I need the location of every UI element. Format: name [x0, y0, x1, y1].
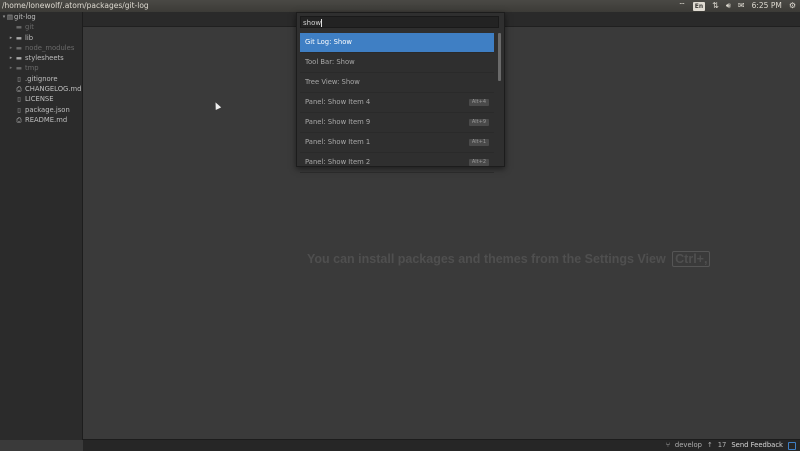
- tree-item[interactable]: ▸ ▬ stylesheets: [0, 53, 82, 63]
- volume-icon[interactable]: 🔊︎: [726, 0, 731, 12]
- welcome-message: You can install packages and themes from…: [307, 251, 711, 267]
- folder-icon: ▬: [15, 23, 23, 32]
- command-item-label: Panel: Show Item 9: [305, 118, 371, 126]
- update-icon[interactable]: [788, 441, 796, 450]
- welcome-shortcut: Ctrl+,: [672, 251, 711, 267]
- git-branch[interactable]: develop: [675, 440, 702, 451]
- mail-icon[interactable]: ✉: [738, 0, 745, 12]
- command-item[interactable]: Panel: Show Item 2 Alt+2: [300, 153, 494, 173]
- file-icon: ▯: [17, 74, 21, 83]
- folder-icon: ▬: [15, 54, 23, 63]
- command-item-label: Tool Bar: Show: [305, 58, 355, 66]
- command-item-label: Panel: Show Item 1: [305, 138, 371, 146]
- command-item-label: Tree View: Show: [305, 78, 360, 86]
- command-keybinding: Alt+4: [468, 99, 489, 106]
- tree-item-label: CHANGELOG.md: [25, 85, 82, 94]
- repo-icon: ▤: [6, 13, 14, 21]
- command-keybinding: Alt+2: [468, 159, 489, 166]
- commit-count: 17: [717, 441, 727, 449]
- welcome-text: You can install packages and themes from…: [307, 252, 666, 266]
- window-title: /home/lonewolf/.atom/packages/git-log: [2, 1, 149, 10]
- command-item[interactable]: Git Log: Show: [300, 33, 494, 53]
- tree-item-label: LICENSE: [25, 95, 54, 104]
- send-feedback-link[interactable]: Send Feedback: [731, 440, 783, 451]
- tree-item-label: lib: [25, 33, 34, 42]
- tree-item[interactable]: ▸ ▬ tmp: [0, 63, 82, 73]
- file-icon: ▯: [17, 95, 21, 104]
- tree-item[interactable]: ▯ .gitignore: [0, 74, 82, 84]
- command-item[interactable]: Panel: Show Item 1 Alt+1: [300, 133, 494, 153]
- command-item-label: Panel: Show Item 4: [305, 98, 371, 106]
- command-item[interactable]: Tree View: Show: [300, 73, 494, 93]
- folder-icon: ▬: [15, 43, 23, 52]
- tree-item-label: package.json: [25, 105, 70, 114]
- chevron-right-icon: ▸: [9, 55, 13, 62]
- git-branch-icon: ⑂: [665, 441, 670, 449]
- chevron-right-icon: ▸: [9, 44, 13, 51]
- gear-icon[interactable]: ⚙: [789, 0, 796, 12]
- tree-item[interactable]: ▸ ▬ lib: [0, 33, 82, 43]
- command-keybinding: Alt+1: [468, 139, 489, 146]
- folder-icon: ▬: [15, 33, 23, 42]
- chevron-right-icon: ▸: [9, 65, 13, 72]
- command-item[interactable]: Panel: Show Item 9 Alt+9: [300, 113, 494, 133]
- tree-item[interactable]: ⎙ README.md: [0, 115, 82, 125]
- tree-item-label: .gitignore: [25, 74, 58, 83]
- tree-view: ▾ ▤ git-log ▬ git ▸ ▬ lib ▸ ▬ node_modules ▸ ▬ sty…: [0, 12, 83, 440]
- keyboard-layout-indicator[interactable]: En: [692, 1, 706, 11]
- wifi-icon[interactable]: ⌔: [678, 0, 686, 12]
- text-caret: [321, 19, 323, 27]
- tree-item[interactable]: ▬ git: [0, 22, 82, 32]
- folder-icon: ▬: [15, 64, 23, 73]
- tree-item-label: README.md: [25, 115, 68, 124]
- clock[interactable]: 6:25 PM: [752, 0, 782, 12]
- tree-item-label: node_modules: [25, 43, 75, 52]
- tree-item[interactable]: ⎙ CHANGELOG.md: [0, 84, 82, 94]
- tree-item-label: tmp: [25, 64, 39, 73]
- command-item-label: Panel: Show Item 2: [305, 158, 371, 166]
- command-list: Git Log: Show Tool Bar: Show Tree View: Sh…: [300, 33, 494, 173]
- transfer-icon[interactable]: ⇅: [712, 0, 719, 12]
- markdown-icon: ⎙: [16, 85, 22, 94]
- tree-item[interactable]: ▯ package.json: [0, 105, 82, 115]
- tree-item[interactable]: ▯ LICENSE: [0, 94, 82, 104]
- tree-item-label: stylesheets: [25, 54, 64, 63]
- command-palette: show Git Log: Show Tool Bar: Show Tree Vie…: [296, 12, 505, 173]
- command-item[interactable]: Tool Bar: Show: [300, 53, 494, 73]
- command-palette-input[interactable]: show: [300, 16, 499, 28]
- command-list-scrollbar[interactable]: [498, 33, 501, 81]
- tree-root-label: git-log: [14, 13, 36, 21]
- chevron-right-icon: ▸: [9, 34, 13, 41]
- command-palette-query: show: [303, 19, 322, 27]
- system-tray: ⌔ En ⇅ 🔊︎ ✉ 6:25 PM ⚙: [678, 0, 796, 12]
- tree-item-label: git: [25, 23, 34, 32]
- markdown-icon: ⎙: [16, 115, 22, 124]
- arrow-up-icon: ↑: [706, 441, 713, 449]
- command-keybinding: Alt+9: [468, 119, 489, 126]
- tree-root[interactable]: ▾ ▤ git-log: [0, 12, 82, 22]
- command-item-label: Git Log: Show: [305, 38, 352, 46]
- file-icon: ▯: [17, 105, 21, 114]
- tree-item[interactable]: ▸ ▬ node_modules: [0, 43, 82, 53]
- status-bar: ⑂ develop ↑ 17 Send Feedback: [83, 439, 800, 451]
- command-item[interactable]: Panel: Show Item 4 Alt+4: [300, 93, 494, 113]
